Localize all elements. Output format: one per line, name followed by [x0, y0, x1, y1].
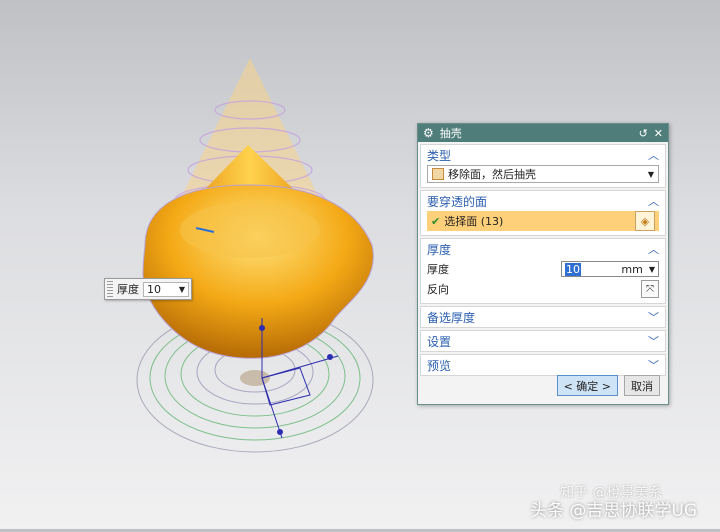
face-selection-row[interactable]: ✔ 选择面 (13) ◈ — [427, 211, 659, 231]
thickness-label: 厚度 — [427, 263, 449, 276]
floating-thickness-label: 厚度 — [117, 283, 139, 296]
close-icon[interactable]: ✕ — [654, 127, 663, 140]
section-settings-header[interactable]: 设置 ﹀ — [421, 331, 665, 351]
watermark-toutiao: 头条 @吉思协联学UG — [530, 501, 698, 521]
chevron-down-icon[interactable]: ﹀ — [648, 357, 659, 373]
section-faces: 要穿透的面 ︿ ✔ 选择面 (13) ◈ — [420, 190, 666, 236]
base-stub — [240, 370, 270, 386]
thickness-value: 10 — [565, 262, 581, 276]
chevron-up-icon[interactable]: ︿ — [648, 193, 659, 209]
floating-thickness-field[interactable]: 10 ▼ — [143, 281, 189, 297]
ok-button[interactable]: < 确定 > — [556, 375, 618, 396]
remove-face-icon — [432, 168, 444, 180]
chevron-down-icon[interactable]: ▼ — [648, 170, 654, 179]
dialog-footer: < 确定 > 取消 — [556, 375, 660, 396]
section-alt-thickness: 备选厚度 ﹀ — [420, 306, 666, 328]
floating-thickness-input[interactable]: 厚度 10 ▼ — [104, 278, 192, 300]
checkmark-icon: ✔ — [431, 214, 441, 228]
section-settings: 设置 ﹀ — [420, 330, 666, 352]
face-select-cube-icon[interactable]: ◈ — [635, 211, 655, 231]
section-thickness: 厚度 ︿ 厚度 10 mm ▼ 反向 ⤧ — [420, 238, 666, 304]
section-preview: 预览 ﹀ — [420, 354, 666, 376]
dialog-title: 抽壳 — [439, 127, 462, 140]
floating-thickness-value: 10 — [147, 282, 161, 296]
type-select[interactable]: 移除面，然后抽壳 ▼ — [427, 165, 659, 183]
dialog-titlebar[interactable]: ⚙ 抽壳 ↺ ✕ — [418, 124, 668, 142]
section-settings-title: 设置 — [427, 334, 452, 349]
shell-dialog: ⚙ 抽壳 ↺ ✕ 类型 ︿ 移除面，然后抽壳 ▼ 要穿透的面 ︿ ✔ 选择面 (… — [417, 123, 669, 405]
drag-grip-icon[interactable] — [107, 281, 113, 297]
section-faces-title: 要穿透的面 — [427, 194, 488, 209]
chevron-up-icon[interactable]: ︿ — [648, 147, 659, 163]
section-type: 类型 ︿ 移除面，然后抽壳 ▼ — [420, 144, 666, 188]
face-selection-label: 选择面 (13) — [444, 215, 504, 228]
section-type-header[interactable]: 类型 ︿ — [421, 145, 665, 165]
chevron-down-icon[interactable]: ﹀ — [648, 333, 659, 349]
section-preview-header[interactable]: 预览 ﹀ — [421, 355, 665, 375]
reset-icon[interactable]: ↺ — [639, 127, 648, 140]
section-alt-thickness-header[interactable]: 备选厚度 ﹀ — [421, 307, 665, 327]
section-alt-thickness-title: 备选厚度 — [427, 310, 476, 325]
chevron-down-icon[interactable]: ﹀ — [648, 309, 659, 325]
chevron-down-icon[interactable]: ▼ — [649, 265, 655, 274]
reverse-label: 反向 — [427, 283, 449, 296]
cancel-button[interactable]: 取消 — [624, 375, 660, 396]
thickness-input[interactable]: 10 mm ▼ — [561, 261, 659, 277]
chevron-down-icon[interactable]: ▼ — [179, 285, 185, 294]
gear-icon: ⚙ — [423, 126, 434, 140]
reverse-direction-icon[interactable]: ⤧ — [641, 280, 659, 298]
section-preview-title: 预览 — [427, 358, 452, 373]
section-thickness-header[interactable]: 厚度 ︿ — [421, 239, 665, 259]
chevron-up-icon[interactable]: ︿ — [648, 241, 659, 257]
thickness-unit: mm — [621, 262, 643, 276]
section-faces-header[interactable]: 要穿透的面 ︿ — [421, 191, 665, 211]
type-select-value: 移除面，然后抽壳 — [448, 168, 536, 181]
section-type-title: 类型 — [427, 148, 452, 163]
section-thickness-title: 厚度 — [427, 242, 452, 257]
